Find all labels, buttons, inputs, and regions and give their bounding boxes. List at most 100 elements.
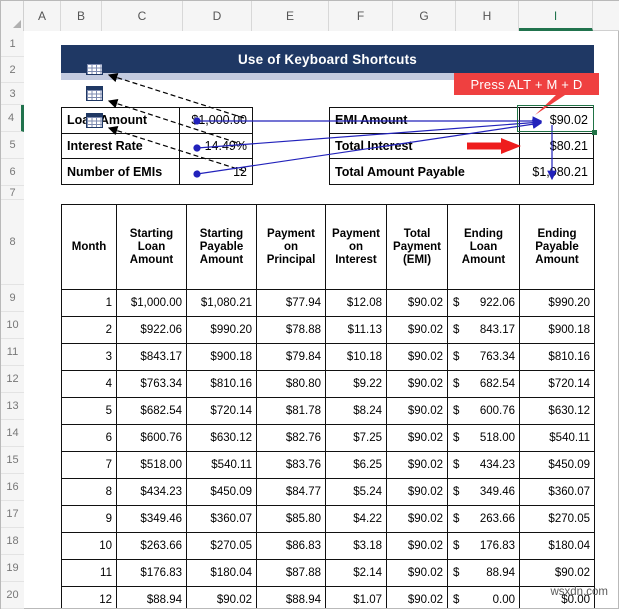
column-header-e[interactable]: E <box>252 1 329 31</box>
table-cell[interactable]: $270.05 <box>186 532 257 560</box>
table-cell[interactable]: $9.22 <box>325 370 387 398</box>
row-header-7[interactable]: 7 <box>1 186 24 200</box>
row-header-12[interactable]: 12 <box>1 366 24 393</box>
table-cell[interactable]: $518.00 <box>447 424 520 452</box>
table-cell[interactable]: $900.18 <box>519 316 595 344</box>
table-cell[interactable]: $263.66 <box>116 532 187 560</box>
table-cell[interactable]: $90.02 <box>386 559 448 587</box>
table-cell[interactable]: $2.14 <box>325 559 387 587</box>
table-cell[interactable]: $349.46 <box>116 505 187 533</box>
table-cell[interactable]: 9 <box>61 505 117 533</box>
table-cell[interactable]: $810.16 <box>186 370 257 398</box>
table-cell[interactable]: $83.76 <box>256 451 326 479</box>
column-header-g[interactable]: G <box>393 1 456 31</box>
table-cell[interactable]: $180.04 <box>519 532 595 560</box>
row-header-19[interactable]: 19 <box>1 555 24 582</box>
row-header-13[interactable]: 13 <box>1 393 24 420</box>
row-header-6[interactable]: 6 <box>1 159 24 186</box>
table-cell[interactable]: $360.07 <box>186 505 257 533</box>
row-header-10[interactable]: 10 <box>1 312 24 339</box>
table-cell[interactable]: $630.12 <box>519 397 595 425</box>
table-cell[interactable]: $349.46 <box>447 478 520 506</box>
total-interest-value[interactable]: $80.21 <box>520 134 593 159</box>
row-header-17[interactable]: 17 <box>1 501 24 528</box>
table-cell[interactable]: $88.94 <box>256 586 326 608</box>
table-cell[interactable]: $79.84 <box>256 343 326 371</box>
column-header-d[interactable]: D <box>183 1 252 31</box>
table-cell[interactable]: $90.02 <box>519 559 595 587</box>
total-amount-payable-value[interactable]: $1,080.21 <box>520 159 593 184</box>
table-cell[interactable]: $360.07 <box>519 478 595 506</box>
table-cell[interactable]: $843.17 <box>447 316 520 344</box>
table-cell[interactable]: 7 <box>61 451 117 479</box>
row-header-4[interactable]: 4 <box>1 105 24 132</box>
table-cell[interactable]: $434.23 <box>447 451 520 479</box>
emi-amount-value[interactable]: $90.02 <box>520 108 593 133</box>
table-cell[interactable]: 6 <box>61 424 117 452</box>
table-cell[interactable]: $84.77 <box>256 478 326 506</box>
table-cell[interactable]: $1,080.21 <box>186 289 257 317</box>
table-cell[interactable]: $80.80 <box>256 370 326 398</box>
table-cell[interactable]: 5 <box>61 397 117 425</box>
table-cell[interactable]: $1.07 <box>325 586 387 608</box>
table-cell[interactable]: $630.12 <box>186 424 257 452</box>
table-cell[interactable]: $518.00 <box>116 451 187 479</box>
table-cell[interactable]: $176.83 <box>447 532 520 560</box>
table-cell[interactable]: $180.04 <box>186 559 257 587</box>
table-cell[interactable]: $900.18 <box>186 343 257 371</box>
select-all-corner[interactable] <box>1 1 24 31</box>
row-header-8[interactable]: 8 <box>1 200 24 285</box>
table-cell[interactable]: $263.66 <box>447 505 520 533</box>
table-cell[interactable]: $86.83 <box>256 532 326 560</box>
table-cell[interactable]: $763.34 <box>447 343 520 371</box>
row-header-3[interactable]: 3 <box>1 83 24 105</box>
table-cell[interactable]: $7.25 <box>325 424 387 452</box>
table-cell[interactable]: 3 <box>61 343 117 371</box>
loan-amount-value[interactable]: $1,000.00 <box>180 108 252 133</box>
table-cell[interactable]: 10 <box>61 532 117 560</box>
table-cell[interactable]: $682.54 <box>116 397 187 425</box>
table-cell[interactable]: $3.18 <box>325 532 387 560</box>
table-cell[interactable]: $450.09 <box>519 451 595 479</box>
table-cell[interactable]: $88.94 <box>116 586 187 608</box>
table-cell[interactable]: $763.34 <box>116 370 187 398</box>
table-cell[interactable]: $90.02 <box>386 316 448 344</box>
table-cell[interactable]: $85.80 <box>256 505 326 533</box>
table-cell[interactable]: $922.06 <box>116 316 187 344</box>
table-cell[interactable]: $4.22 <box>325 505 387 533</box>
table-cell[interactable]: $434.23 <box>116 478 187 506</box>
row-header-5[interactable]: 5 <box>1 132 24 159</box>
table-cell[interactable]: $90.02 <box>386 424 448 452</box>
table-cell[interactable]: $176.83 <box>116 559 187 587</box>
row-header-2[interactable]: 2 <box>1 57 24 83</box>
table-cell[interactable]: $88.94 <box>447 559 520 587</box>
column-header-a[interactable]: A <box>24 1 61 31</box>
table-cell[interactable]: $720.14 <box>186 397 257 425</box>
table-cell[interactable]: $10.18 <box>325 343 387 371</box>
table-cell[interactable]: $0.00 <box>447 586 520 608</box>
table-cell[interactable]: $90.02 <box>386 370 448 398</box>
column-header-i[interactable]: I <box>519 1 593 31</box>
number-of-emis-value[interactable]: 12 <box>180 159 252 184</box>
table-cell[interactable]: $843.17 <box>116 343 187 371</box>
table-cell[interactable]: $90.02 <box>386 289 448 317</box>
table-cell[interactable]: $82.76 <box>256 424 326 452</box>
table-cell[interactable]: 2 <box>61 316 117 344</box>
table-cell[interactable]: $90.02 <box>386 451 448 479</box>
row-header-9[interactable]: 9 <box>1 285 24 312</box>
column-header-c[interactable]: C <box>102 1 183 31</box>
row-header-18[interactable]: 18 <box>1 528 24 555</box>
table-cell[interactable]: $600.76 <box>116 424 187 452</box>
table-cell[interactable]: $87.88 <box>256 559 326 587</box>
table-cell[interactable]: 8 <box>61 478 117 506</box>
table-cell[interactable]: $78.88 <box>256 316 326 344</box>
table-cell[interactable]: $990.20 <box>519 289 595 317</box>
column-header-b[interactable]: B <box>61 1 102 31</box>
row-header-1[interactable]: 1 <box>1 31 24 57</box>
table-cell[interactable]: $540.11 <box>186 451 257 479</box>
table-cell[interactable]: $6.25 <box>325 451 387 479</box>
table-cell[interactable]: $90.02 <box>386 586 448 608</box>
table-cell[interactable]: $8.24 <box>325 397 387 425</box>
row-header-20[interactable]: 20 <box>1 582 24 609</box>
table-cell[interactable]: 12 <box>61 586 117 608</box>
